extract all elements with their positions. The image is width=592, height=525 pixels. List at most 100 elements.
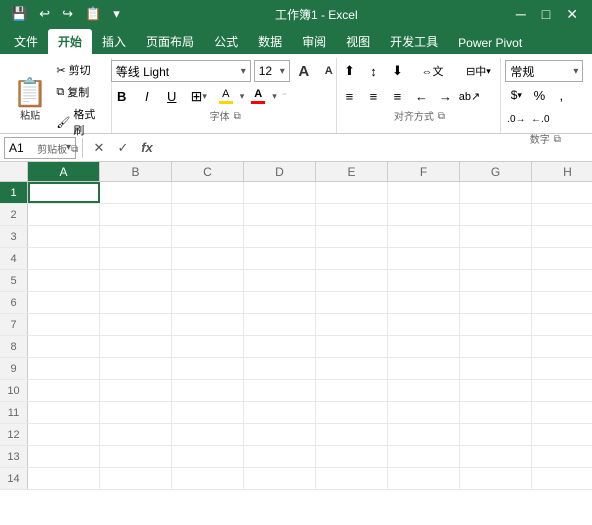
tab-Power Pivot[interactable]: Power Pivot — [448, 32, 532, 54]
cell-H5[interactable] — [532, 270, 592, 291]
cell-E5[interactable] — [316, 270, 388, 291]
col-header-A[interactable]: A — [28, 162, 100, 181]
fx-button[interactable]: fx — [137, 138, 157, 158]
cell-D11[interactable] — [244, 402, 316, 423]
cell-H1[interactable] — [532, 182, 592, 203]
cell-B2[interactable] — [100, 204, 172, 225]
tab-开始[interactable]: 开始 — [48, 29, 92, 54]
cell-C5[interactable] — [172, 270, 244, 291]
col-header-F[interactable]: F — [388, 162, 460, 181]
cell-E13[interactable] — [316, 446, 388, 467]
col-header-D[interactable]: D — [244, 162, 316, 181]
row-header-9[interactable]: 9 — [0, 358, 28, 379]
tab-数据[interactable]: 数据 — [248, 29, 292, 54]
cell-E11[interactable] — [316, 402, 388, 423]
formula-input[interactable] — [161, 137, 588, 159]
copy-button[interactable]: ⧉ 复制 — [52, 82, 105, 102]
cell-F7[interactable] — [388, 314, 460, 335]
cell-G12[interactable] — [460, 424, 532, 445]
cell-A12[interactable] — [28, 424, 100, 445]
increase-indent-button[interactable]: → — [434, 85, 456, 107]
col-header-G[interactable]: G — [460, 162, 532, 181]
cell-H12[interactable] — [532, 424, 592, 445]
borders-button[interactable]: ⊞ ▾ — [186, 85, 212, 107]
cell-A6[interactable] — [28, 292, 100, 313]
orientation-button[interactable]: ab↗ — [458, 85, 480, 107]
cell-A14[interactable] — [28, 468, 100, 489]
cell-B5[interactable] — [100, 270, 172, 291]
cell-E10[interactable] — [316, 380, 388, 401]
clipboard-expand-icon[interactable]: ⧉ — [71, 144, 78, 155]
cell-B14[interactable] — [100, 468, 172, 489]
cell-H2[interactable] — [532, 204, 592, 225]
minimize-button[interactable]: ─ — [510, 0, 532, 28]
cell-D6[interactable] — [244, 292, 316, 313]
cell-D3[interactable] — [244, 226, 316, 247]
dec-decrease-button[interactable]: ←.0 — [529, 108, 551, 130]
cell-F5[interactable] — [388, 270, 460, 291]
cell-G4[interactable] — [460, 248, 532, 269]
cell-F9[interactable] — [388, 358, 460, 379]
cell-F14[interactable] — [388, 468, 460, 489]
cell-H13[interactable] — [532, 446, 592, 467]
number-expand-icon[interactable]: ⧉ — [554, 134, 561, 145]
tab-审阅[interactable]: 审阅 — [292, 29, 336, 54]
font-name-dropdown[interactable]: 等线 Light ▾ — [111, 60, 251, 82]
cell-E7[interactable] — [316, 314, 388, 335]
cell-F4[interactable] — [388, 248, 460, 269]
cell-D12[interactable] — [244, 424, 316, 445]
cell-E1[interactable] — [316, 182, 388, 203]
font-size-dropdown[interactable]: 12 ▾ — [254, 60, 290, 82]
close-button[interactable]: ✕ — [560, 0, 584, 28]
cell-C3[interactable] — [172, 226, 244, 247]
align-top-button[interactable]: ⬆ — [338, 60, 360, 82]
cell-G7[interactable] — [460, 314, 532, 335]
cell-G2[interactable] — [460, 204, 532, 225]
cell-D2[interactable] — [244, 204, 316, 225]
comma-button[interactable]: , — [551, 85, 571, 105]
cell-F1[interactable] — [388, 182, 460, 203]
row-header-4[interactable]: 4 — [0, 248, 28, 269]
col-header-B[interactable]: B — [100, 162, 172, 181]
paste-button[interactable]: 📋 粘贴 — [10, 73, 50, 127]
row-header-13[interactable]: 13 — [0, 446, 28, 467]
merge-center-button[interactable]: ⊟中 ▾ — [456, 60, 500, 82]
cell-A3[interactable] — [28, 226, 100, 247]
cell-G8[interactable] — [460, 336, 532, 357]
font-color-dropdown[interactable]: ▾ — [272, 91, 277, 102]
percent-button[interactable]: % — [529, 85, 549, 105]
align-center-button[interactable]: ≡ — [362, 85, 384, 107]
cell-E12[interactable] — [316, 424, 388, 445]
cell-D8[interactable] — [244, 336, 316, 357]
cell-A10[interactable] — [28, 380, 100, 401]
wrap-text-button[interactable]: ⇔文 — [410, 60, 454, 82]
cell-D10[interactable] — [244, 380, 316, 401]
cell-H3[interactable] — [532, 226, 592, 247]
cell-F3[interactable] — [388, 226, 460, 247]
row-header-12[interactable]: 12 — [0, 424, 28, 445]
align-right-button[interactable]: ≡ — [386, 85, 408, 107]
cell-C13[interactable] — [172, 446, 244, 467]
number-format-dropdown[interactable]: 常规 ▾ — [505, 60, 583, 82]
cell-H11[interactable] — [532, 402, 592, 423]
cell-C8[interactable] — [172, 336, 244, 357]
cell-G11[interactable] — [460, 402, 532, 423]
cell-C9[interactable] — [172, 358, 244, 379]
cell-F11[interactable] — [388, 402, 460, 423]
italic-button[interactable]: I — [136, 85, 158, 107]
cell-H8[interactable] — [532, 336, 592, 357]
cell-H4[interactable] — [532, 248, 592, 269]
cell-E6[interactable] — [316, 292, 388, 313]
undo-icon[interactable]: ↩ — [36, 6, 53, 22]
col-header-C[interactable]: C — [172, 162, 244, 181]
cell-H14[interactable] — [532, 468, 592, 489]
cell-G6[interactable] — [460, 292, 532, 313]
row-header-8[interactable]: 8 — [0, 336, 28, 357]
cell-C6[interactable] — [172, 292, 244, 313]
align-expand-icon[interactable]: ⧉ — [438, 111, 445, 122]
cell-E2[interactable] — [316, 204, 388, 225]
cell-A4[interactable] — [28, 248, 100, 269]
cell-H7[interactable] — [532, 314, 592, 335]
row-header-10[interactable]: 10 — [0, 380, 28, 401]
cell-C12[interactable] — [172, 424, 244, 445]
